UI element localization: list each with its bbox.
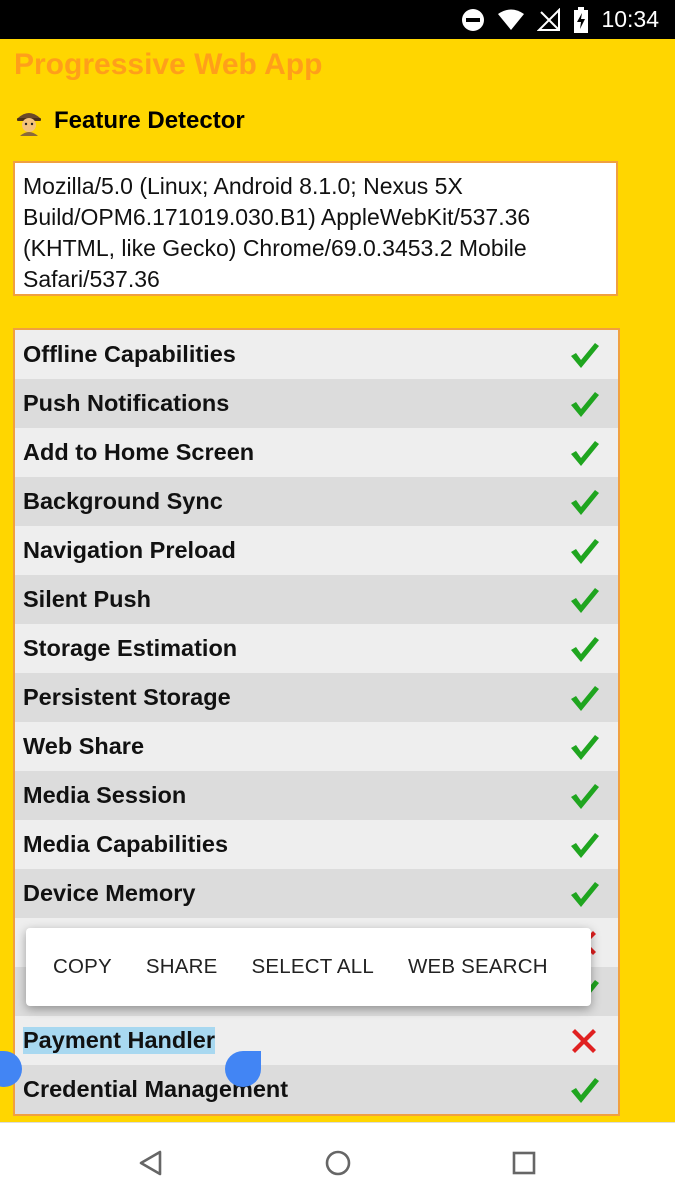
feature-label: Background Sync <box>23 488 223 514</box>
check-icon <box>571 392 599 417</box>
feature-label: Silent Push <box>23 586 151 612</box>
feature-row: Navigation Preload <box>15 526 618 575</box>
status-bar: 10:34 <box>0 0 675 39</box>
feature-row: Background Sync <box>15 477 618 526</box>
feature-row: Media Capabilities <box>15 820 618 869</box>
feature-row: Persistent Storage <box>15 673 618 722</box>
feature-row: Add to Home Screen <box>15 428 618 477</box>
user-agent-box: Mozilla/5.0 (Linux; Android 8.1.0; Nexus… <box>13 161 618 296</box>
feature-label: Push Notifications <box>23 390 230 416</box>
text-selection-menu: COPY SHARE SELECT ALL WEB SEARCH <box>26 928 591 1006</box>
share-button[interactable]: SHARE <box>129 955 235 979</box>
feature-row: Silent Push <box>15 575 618 624</box>
page-title: Progressive Web App <box>14 48 323 81</box>
feature-label: Media Session <box>23 782 187 808</box>
feature-row: Media Session <box>15 771 618 820</box>
wifi-icon <box>498 9 525 30</box>
check-icon <box>571 686 599 711</box>
feature-row: Payment Handler <box>15 1016 618 1065</box>
subtitle-row: Feature Detector <box>14 106 245 136</box>
back-icon[interactable] <box>133 1145 169 1181</box>
feature-label: Add to Home Screen <box>23 439 255 465</box>
copy-button[interactable]: COPY <box>36 955 129 979</box>
check-icon <box>571 882 599 907</box>
feature-label: Web Share <box>23 733 145 759</box>
check-icon <box>571 784 599 809</box>
check-icon <box>571 637 599 662</box>
feature-row: Storage Estimation <box>15 624 618 673</box>
feature-label: Navigation Preload <box>23 537 236 563</box>
check-icon <box>571 343 599 368</box>
feature-label: Offline Capabilities <box>23 341 236 367</box>
check-icon <box>571 490 599 515</box>
check-icon <box>571 833 599 858</box>
select-all-button[interactable]: SELECT ALL <box>235 955 391 979</box>
check-icon <box>571 588 599 613</box>
feature-label: Storage Estimation <box>23 635 238 661</box>
battery-charging-icon <box>574 6 589 33</box>
feature-label: Media Capabilities <box>23 831 229 857</box>
feature-row: Credential Management <box>15 1065 618 1114</box>
no-signal-icon <box>537 7 561 31</box>
subtitle: Feature Detector <box>54 107 245 134</box>
check-icon <box>571 735 599 760</box>
feature-label: Device Memory <box>23 880 196 906</box>
navigation-bar <box>0 1122 675 1201</box>
detective-icon <box>17 113 41 136</box>
do-not-disturb-icon <box>462 8 485 31</box>
check-icon <box>571 1078 599 1103</box>
check-icon <box>571 441 599 466</box>
selection-end-handle[interactable] <box>225 1051 261 1087</box>
feature-row: Device Memory <box>15 869 618 918</box>
feature-row: Offline Capabilities <box>15 330 618 379</box>
recents-icon[interactable] <box>506 1145 542 1181</box>
feature-label: Persistent Storage <box>23 684 231 710</box>
feature-label: Payment Handler <box>23 1027 215 1054</box>
web-search-button[interactable]: WEB SEARCH <box>391 955 565 979</box>
home-icon[interactable] <box>320 1145 356 1181</box>
cross-icon <box>572 1029 596 1053</box>
feature-row: Push Notifications <box>15 379 618 428</box>
feature-row: Web Share <box>15 722 618 771</box>
check-icon <box>571 539 599 564</box>
clock: 10:34 <box>601 6 659 32</box>
